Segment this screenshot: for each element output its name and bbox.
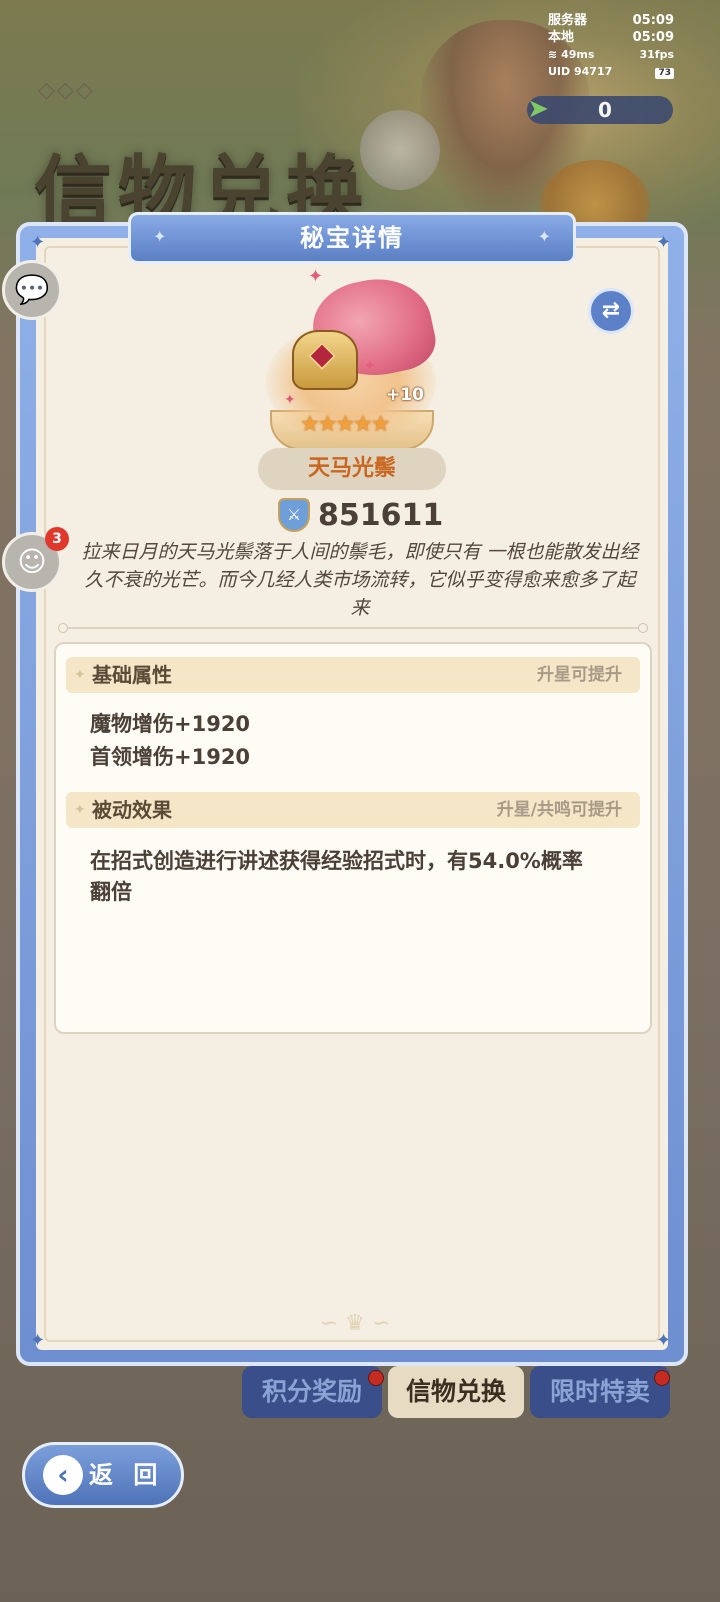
uid-value: UID 94717 (548, 65, 613, 78)
passive-effect-line: 在招式创造进行讲述获得经验招式时，有54.0%概率 (90, 849, 583, 873)
swap-button[interactable]: ⇄ (588, 288, 634, 334)
bottom-ornament: ∽ ♛ ∽ (319, 1311, 391, 1336)
background-cat (360, 110, 440, 190)
passive-effect-title: 被动效果 (92, 798, 172, 822)
section-star-icon: ✦ (74, 667, 86, 683)
swap-arrows-icon: ⇄ (601, 298, 621, 323)
back-button[interactable]: ‹ 返 回 (22, 1442, 184, 1508)
passive-effect-hint: 升星/共鸣可提升 (496, 800, 622, 820)
wifi-icon: ≋ (548, 48, 558, 61)
basic-attribute-line: 首领增伤+1920 (90, 745, 251, 769)
server-time: 05:09 (632, 13, 674, 28)
basic-attributes-title: 基础属性 (92, 663, 172, 687)
notification-badge: 3 (45, 527, 69, 551)
basic-attributes-hint: 升星可提升 (537, 665, 622, 685)
item-description: 拉来日月的天马光鬃落于人间的鬃毛，即使只有 一根也能散发出经久不衰的光芒。而今几… (81, 541, 639, 619)
server-label: 服务器 (548, 13, 588, 28)
fps-value: 31fps (639, 48, 674, 61)
chat-button[interactable]: 💬 (2, 260, 62, 320)
currency-counter[interactable]: ➤ 0 (527, 94, 673, 124)
corner-ornament-icon: ✦ (30, 1330, 46, 1351)
back-label: 返 回 (89, 1461, 164, 1489)
item-name: 天马光鬃 (307, 456, 396, 481)
chat-bubble-icon: 💬 (14, 273, 50, 306)
background-decoration: ◇◇◇ (38, 78, 95, 103)
power-value: 851611 (318, 498, 444, 533)
divider-dot (58, 623, 68, 633)
passive-effect-header: ✦ 被动效果 升星/共鸣可提升 (66, 792, 640, 828)
panel-header: ✦ 秘宝详情 ✦ (128, 212, 576, 264)
sparkle-icon: ✦ (364, 358, 376, 374)
attributes-box (54, 642, 652, 1034)
passive-effect-line: 翻倍 (90, 880, 132, 904)
local-time: 05:09 (632, 30, 674, 45)
corner-ornament-icon: ✦ (656, 232, 672, 253)
corner-ornament-icon: ✦ (30, 232, 46, 253)
header-star-icon: ✦ (537, 227, 551, 246)
tab-limited-sale[interactable]: 限时特卖 (530, 1366, 670, 1418)
sparkle-icon: ✦ (284, 392, 296, 408)
corner-ornament-icon: ✦ (656, 1330, 672, 1351)
basic-attributes-header: ✦ 基础属性 升星可提升 (66, 657, 640, 693)
paper-plane-icon: ➤ (527, 94, 549, 124)
back-arrow-icon: ‹ (43, 1455, 83, 1495)
item-name-plate: 天马光鬃 (258, 448, 446, 490)
status-overlay: 服务器 05:09 本地 05:09 ≋ 49ms 31fps UID 9471… (548, 12, 674, 80)
battery-icon: 73 (655, 63, 674, 80)
item-star-rating: ★★★★★ (300, 412, 391, 437)
divider (62, 627, 644, 629)
tab-limited-sale-dot (654, 1370, 670, 1386)
basic-attribute-line: 魔物增伤+1920 (90, 712, 251, 736)
divider-dot (638, 623, 648, 633)
sparkle-icon: ✦ (308, 266, 324, 287)
assistant-button[interactable]: ☺ 3 (2, 527, 69, 592)
currency-value: 0 (598, 98, 612, 122)
shop-tabs: 积分奖励 信物兑换 限时特卖 (242, 1366, 672, 1420)
shield-sword-icon: ⚔ (278, 498, 310, 532)
tab-points-reward-dot (368, 1370, 384, 1386)
section-star-icon: ✦ (74, 802, 86, 818)
ping-value: 49ms (561, 48, 595, 61)
tab-token-exchange[interactable]: 信物兑换 (388, 1366, 524, 1418)
panel-title: 秘宝详情 (300, 224, 404, 252)
local-label: 本地 (548, 30, 575, 45)
battery-level: 73 (655, 68, 674, 79)
tab-points-reward[interactable]: 积分奖励 (242, 1366, 382, 1418)
item-enhance-level: +10 (386, 385, 424, 405)
